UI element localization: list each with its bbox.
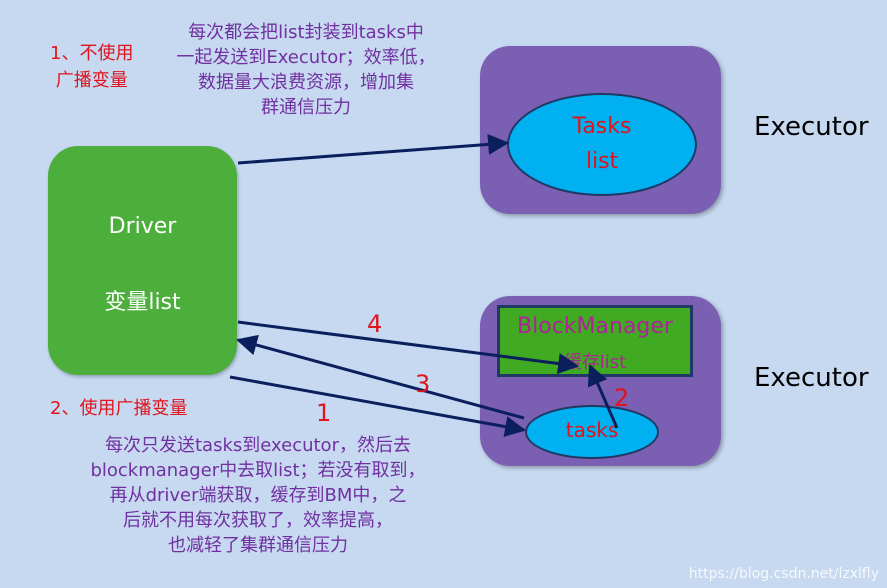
step-3-label: 3 xyxy=(415,370,431,398)
arrow-step-3 xyxy=(235,334,525,420)
watermark: https://blog.csdn.net/lzxlfly xyxy=(688,566,879,582)
arrow-step-1 xyxy=(229,375,527,437)
arrow-step-4 xyxy=(237,320,580,374)
step-2-label: 2 xyxy=(614,384,630,412)
step-4-label: 4 xyxy=(367,310,383,338)
step-1-label: 1 xyxy=(316,399,332,427)
arrows-layer xyxy=(229,133,619,437)
arrow-driver-to-executor-1 xyxy=(237,133,510,165)
arrow-step-2 xyxy=(587,364,619,429)
